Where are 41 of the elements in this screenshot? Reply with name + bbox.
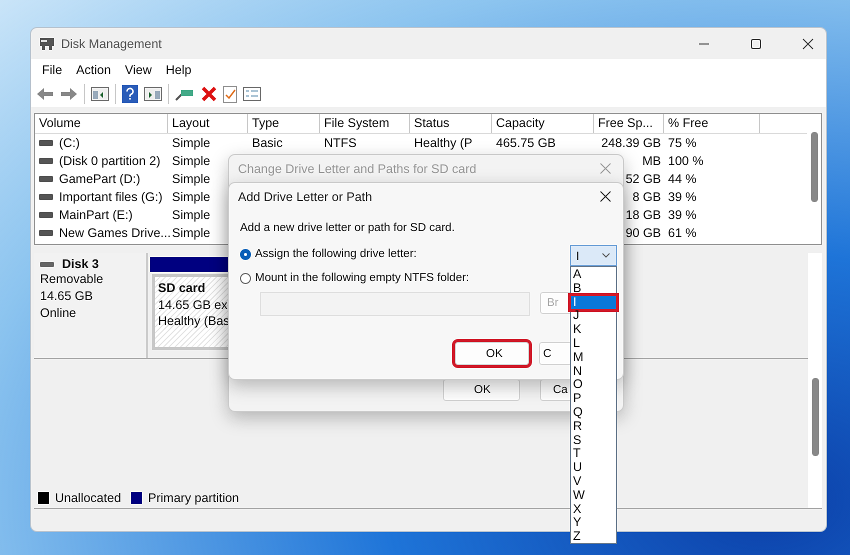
table-cell: (Disk 0 partition 2) (59, 154, 160, 168)
table-cell: 248.39 GB (601, 136, 661, 150)
table-cell: 18 GB (626, 208, 661, 222)
table-cell: GamePart (D:) (59, 172, 140, 186)
table-cell: New Games Drive... (59, 226, 171, 240)
disk-name: Disk 3 (62, 257, 99, 271)
table-cell: Important files (G:) (59, 190, 162, 204)
partition-status: Healthy (Bas (158, 313, 231, 330)
table-cell: 465.75 GB (496, 136, 556, 150)
table-cell: NTFS (324, 136, 357, 150)
table-cell: Simple (172, 154, 210, 168)
disk-type: Removable (40, 271, 104, 288)
window-title: Disk Management (61, 36, 162, 50)
table-cell: 8 GB (632, 190, 661, 204)
table-cell: MainPart (E:) (59, 208, 133, 222)
table-cell: Simple (172, 190, 210, 204)
table-cell: Basic (252, 136, 283, 150)
dialog-description: Add a new drive letter or path for SD card. (240, 222, 456, 234)
table-cell: 44 % (668, 172, 696, 186)
table-cell: Simple (172, 136, 210, 150)
legend-label: Primary partition (148, 491, 240, 505)
table-cell: Healthy (P (414, 136, 472, 150)
table-cell: 39 % (668, 190, 696, 204)
dialog-title: Add Drive Letter or Path (238, 190, 372, 204)
table-cell: 39 % (668, 208, 696, 222)
table-cell: Simple (172, 208, 210, 222)
table-cell: 100 % (668, 154, 704, 168)
partition-name: SD card (158, 280, 206, 296)
disk-size: 14.65 GB (40, 288, 94, 305)
table-cell: 90 GB (626, 226, 661, 240)
dialog-title: Change Drive Letter and Paths for SD card (238, 162, 476, 176)
table-cell: (C:) (59, 136, 80, 150)
disk-status: Online (40, 305, 78, 322)
table-cell: 52 GB (626, 172, 661, 186)
table-cell: 75 % (668, 136, 696, 150)
table-cell: Simple (172, 226, 210, 240)
partition-size: 14.65 GB ex (158, 296, 228, 313)
legend-label: Unallocated (55, 491, 122, 505)
table-cell: 61 % (668, 226, 696, 240)
table-cell: Simple (172, 172, 210, 186)
table-cell: MB (642, 154, 661, 168)
